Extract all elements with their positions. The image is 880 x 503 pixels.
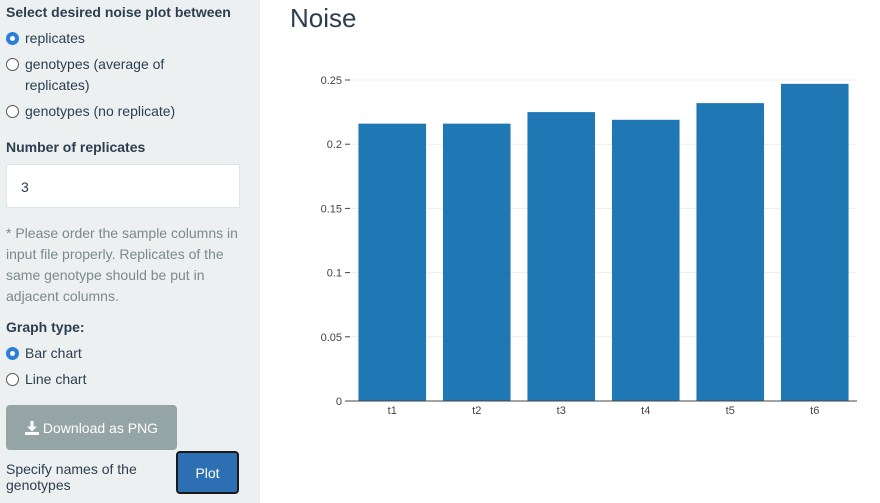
graph-type-heading: Graph type: <box>6 319 85 335</box>
y-tick-label: 0.15 <box>321 203 342 215</box>
sidebar: Select desired noise plot between replic… <box>0 0 260 503</box>
page-title: Noise <box>290 3 357 33</box>
bar-t2 <box>442 123 511 401</box>
specify-genotypes-label: Specify names of the genotypes <box>6 461 137 493</box>
download-label: Download as PNG <box>42 419 159 436</box>
radio-label-replicates: replicates <box>25 30 85 46</box>
radio-button-checked[interactable] <box>6 32 19 45</box>
radio-genotypes-no-replicate[interactable]: genotypes (no replicate) <box>6 103 175 122</box>
radio-label-bar-chart: Bar chart <box>25 345 82 361</box>
radio-genotypes-average[interactable]: genotypes (average of replicates) <box>6 56 164 96</box>
plot-button[interactable]: Plot <box>176 451 239 494</box>
bar-t5 <box>696 103 765 401</box>
radio-button[interactable] <box>6 58 19 71</box>
radio-bar-chart[interactable]: Bar chart <box>6 345 82 364</box>
radio-label-genotypes-no-replicate: genotypes (no replicate) <box>25 103 176 119</box>
radio-label-line2: replicates) <box>25 77 90 93</box>
bar-t6 <box>780 83 849 402</box>
replicates-heading: Number of replicates <box>6 139 146 155</box>
help-text: * Please order the sample columns in inp… <box>6 225 238 304</box>
y-tick-label: 0 <box>336 396 342 408</box>
x-tick-label: t1 <box>388 405 397 417</box>
radio-line-chart[interactable]: Line chart <box>6 371 86 390</box>
radio-label-line1: genotypes (average of <box>25 56 165 72</box>
radio-replicates[interactable]: replicates <box>6 30 85 49</box>
radio-button[interactable] <box>6 105 19 118</box>
y-tick-label: 0.2 <box>327 139 342 151</box>
y-tick-label: 0.05 <box>321 332 342 344</box>
y-tick-label: 0.25 <box>321 75 342 87</box>
noise-bar-chart: 0 0.05 0.1 0.15 0.2 0.25 t1 t2 t3 t4 t5 t6 <box>321 75 857 417</box>
x-tick-label: t3 <box>557 405 566 417</box>
bar-t3 <box>527 112 596 401</box>
download-icon <box>24 420 39 435</box>
radio-button-checked[interactable] <box>6 347 19 360</box>
x-tick-label: t2 <box>472 405 481 417</box>
radio-button[interactable] <box>6 373 19 386</box>
x-tick-label: t5 <box>726 405 735 417</box>
download-png-button[interactable]: Download as PNG <box>6 405 177 450</box>
x-tick-label: t6 <box>810 405 819 417</box>
radio-label-line-chart: Line chart <box>25 371 87 387</box>
replicates-input[interactable]: 3 <box>6 164 240 208</box>
y-tick-label: 0.1 <box>327 268 342 280</box>
x-tick-label: t4 <box>641 405 650 417</box>
noise-plot-heading: Select desired noise plot between <box>6 4 231 20</box>
bar-t4 <box>611 119 680 401</box>
bar-t1 <box>358 123 427 401</box>
radio-label-genotypes-average: genotypes (average of replicates) <box>25 54 164 96</box>
